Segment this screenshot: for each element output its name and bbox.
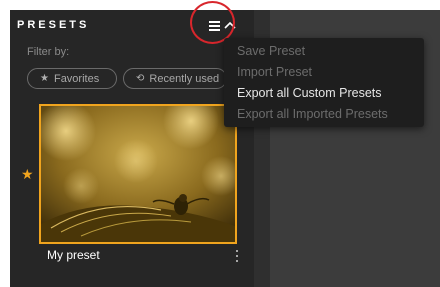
preset-more-options-icon[interactable] bbox=[232, 249, 242, 263]
filter-label: Filter by: bbox=[27, 46, 70, 58]
presets-dropdown-menu: Save Preset Import Preset Export all Cus… bbox=[224, 38, 424, 127]
menu-item-save-preset[interactable]: Save Preset bbox=[237, 44, 305, 58]
menu-item-export-custom-presets[interactable]: Export all Custom Presets bbox=[237, 86, 382, 100]
preset-thumbnail[interactable] bbox=[39, 104, 237, 244]
menu-item-import-preset[interactable]: Import Preset bbox=[237, 65, 312, 79]
filter-recently-used-button[interactable]: ⟲ Recently used bbox=[123, 68, 227, 89]
favorite-star-icon: ★ bbox=[21, 166, 34, 182]
menu-item-export-imported-presets[interactable]: Export all Imported Presets bbox=[237, 107, 388, 121]
history-icon: ⟲ bbox=[136, 73, 145, 84]
filter-recently-used-label: Recently used bbox=[149, 72, 220, 85]
preset-thumbnail-image bbox=[41, 106, 235, 242]
star-icon: ★ bbox=[40, 73, 49, 84]
filter-favorites-label: Favorites bbox=[53, 72, 100, 85]
preset-name: My preset bbox=[47, 248, 100, 262]
presets-panel: PRESETS Filter by: ★ Favorites ⟲ Recentl… bbox=[10, 10, 254, 287]
panel-title: PRESETS bbox=[17, 19, 90, 31]
filter-favorites-button[interactable]: ★ Favorites bbox=[27, 68, 117, 89]
